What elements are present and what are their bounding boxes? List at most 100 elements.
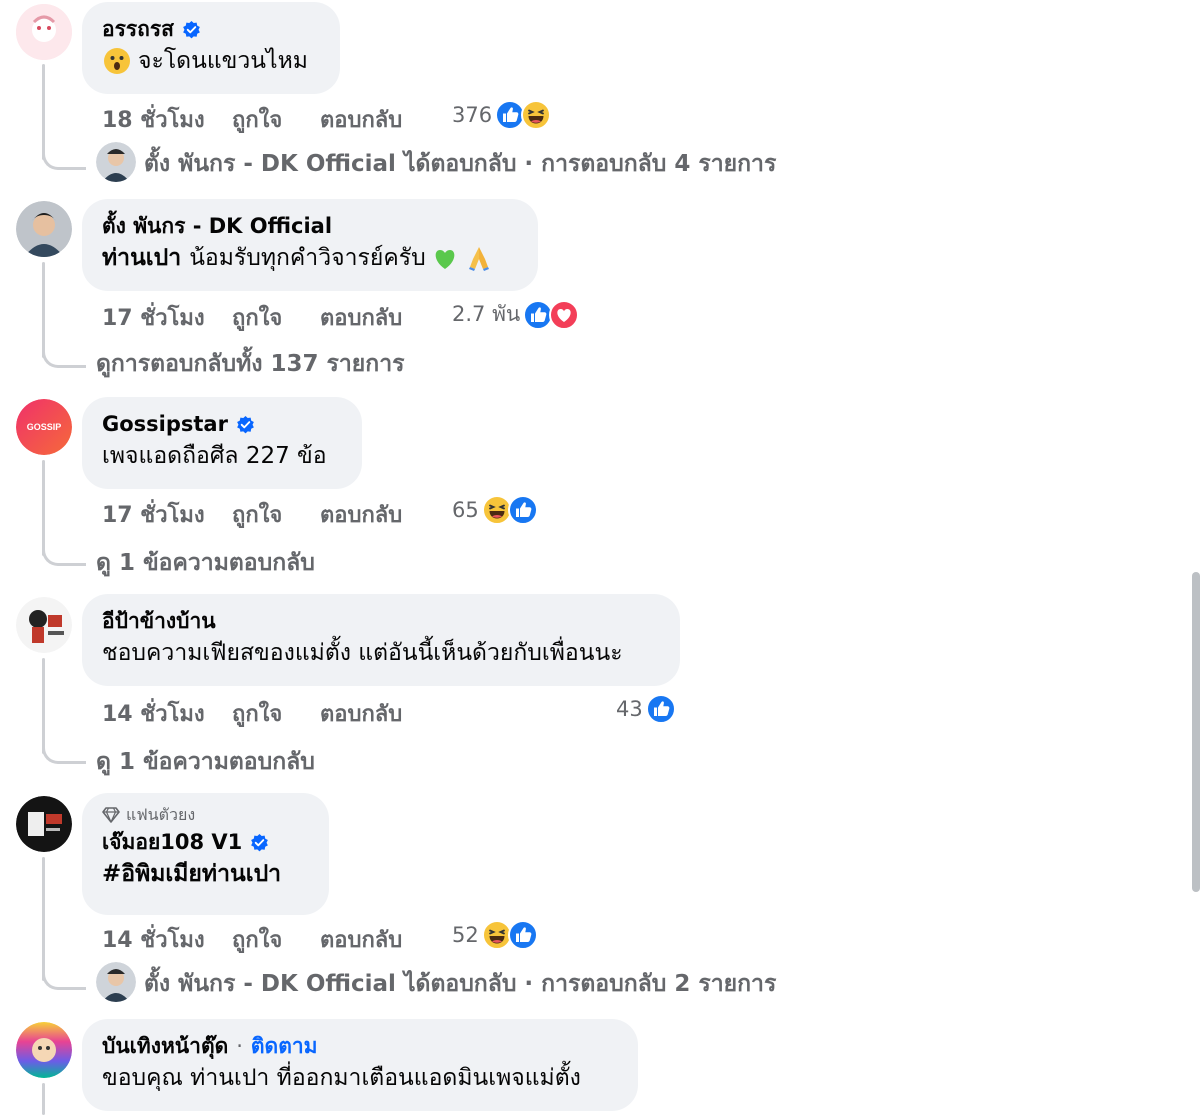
astonished-face-icon xyxy=(104,48,130,74)
view-replies-link[interactable]: ดู 1 ข้อความตอบกลับ xyxy=(96,744,315,780)
avatar-image xyxy=(16,4,72,60)
comment-body: ชอบความเฟียสของแม่ตั้ง แต่อันนี้เห็นด้วย… xyxy=(102,640,623,666)
reaction-count: 52 xyxy=(452,923,479,947)
separator-dot: · xyxy=(236,1034,243,1058)
avatar[interactable] xyxy=(16,796,72,852)
verified-badge-icon xyxy=(236,415,255,434)
comment-author[interactable]: บันเทิงหน้าตุ๊ด · ติดตาม xyxy=(102,1031,618,1061)
timestamp[interactable]: 14 ชั่วโมง xyxy=(102,922,205,957)
author-name[interactable]: เจ๊มอย108 V1 xyxy=(102,827,242,857)
like-button[interactable]: ถูกใจ xyxy=(232,300,282,335)
view-replies-text[interactable]: ดู 1 ข้อความตอบกลับ xyxy=(96,744,315,780)
reply-button[interactable]: ตอบกลับ xyxy=(320,497,402,532)
hashtag-link[interactable]: #อิพิมเมียท่านเปา xyxy=(102,857,281,891)
avatar[interactable] xyxy=(16,201,72,257)
replier-name[interactable]: ตั้ง พันกร - DK Official xyxy=(144,146,396,182)
author-name[interactable]: อีป้าข้างบ้าน xyxy=(102,606,216,636)
author-name[interactable]: ตั้ง พันกร - DK Official xyxy=(102,211,332,241)
comment-bubble: แฟนตัวยง เจ๊มอย108 V1 #อิพิมเมียท่านเปา xyxy=(82,793,329,915)
view-replies-text[interactable]: ดู 1 ข้อความตอบกลับ xyxy=(96,545,315,581)
comment-text: #อิพิมเมียท่านเปา xyxy=(102,857,309,891)
comment-bubble: ตั้ง พันกร - DK Official ท่านเปา น้อมรับ… xyxy=(82,199,538,291)
comment-body: เพจแอดถือศีล 227 ข้อ xyxy=(102,443,327,469)
like-icon xyxy=(508,920,538,950)
love-icon xyxy=(549,300,579,330)
comment-author[interactable]: เจ๊มอย108 V1 xyxy=(102,827,309,857)
mention-tag[interactable]: ท่านเปา xyxy=(102,241,181,275)
avatar[interactable] xyxy=(16,4,72,60)
folded-hands-icon xyxy=(468,247,489,271)
comment-bubble: อีป้าข้างบ้าน ชอบความเฟียสของแม่ตั้ง แต่… xyxy=(82,594,680,686)
avatar-image xyxy=(16,1022,72,1078)
top-fan-badge: แฟนตัวยง xyxy=(102,803,309,827)
reaction-count: 43 xyxy=(616,697,643,721)
reply-button[interactable]: ตอบกลับ xyxy=(320,922,402,957)
reply-summary[interactable]: ตั้ง พันกร - DK Official ได้ตอบกลับ · กา… xyxy=(144,966,776,1002)
diamond-icon xyxy=(102,807,120,823)
like-icon xyxy=(508,495,538,525)
reaction-summary[interactable]: 376 xyxy=(452,100,551,130)
reply-count-text[interactable]: ได้ตอบกลับ · การตอบกลับ 2 รายการ xyxy=(404,966,776,1002)
replier-avatar-image xyxy=(96,142,136,182)
replier-name[interactable]: ตั้ง พันกร - DK Official xyxy=(144,966,396,1002)
view-replies-text[interactable]: ดูการตอบกลับทั้ง 137 รายการ xyxy=(96,346,404,382)
avatar-image xyxy=(16,796,72,852)
reaction-summary[interactable]: 52 xyxy=(452,920,538,950)
verified-badge-icon xyxy=(182,20,201,39)
timestamp[interactable]: 17 ชั่วโมง xyxy=(102,497,205,532)
timestamp[interactable]: 18 ชั่วโมง xyxy=(102,102,205,137)
author-name[interactable]: Gossipstar xyxy=(102,409,228,439)
green-heart-icon xyxy=(435,250,455,269)
like-button[interactable]: ถูกใจ xyxy=(232,922,282,957)
reaction-summary[interactable]: 43 xyxy=(616,694,676,724)
author-name[interactable]: อรรถรส xyxy=(102,14,174,44)
replier-avatar-image xyxy=(96,962,136,1002)
reaction-count: 2.7 พัน xyxy=(452,302,521,326)
reply-button[interactable]: ตอบกลับ xyxy=(320,300,402,335)
comment-author[interactable]: อีป้าข้างบ้าน xyxy=(102,606,660,636)
reply-count-text[interactable]: ได้ตอบกลับ · การตอบกลับ 4 รายการ xyxy=(404,146,776,182)
avatar[interactable] xyxy=(16,597,72,653)
timestamp[interactable]: 14 ชั่วโมง xyxy=(102,696,205,731)
replier-avatar[interactable] xyxy=(96,962,136,1002)
like-button[interactable]: ถูกใจ xyxy=(232,102,282,137)
reaction-count: 65 xyxy=(452,498,479,522)
comment-text: ชอบความเฟียสของแม่ตั้ง แต่อันนี้เห็นด้วย… xyxy=(102,636,660,670)
follow-button[interactable]: ติดตาม xyxy=(251,1031,318,1061)
like-icon xyxy=(646,694,676,724)
replier-avatar[interactable] xyxy=(96,142,136,182)
timestamp[interactable]: 17 ชั่วโมง xyxy=(102,300,205,335)
avatar[interactable] xyxy=(16,1022,72,1078)
view-replies-link[interactable]: ดู 1 ข้อความตอบกลับ xyxy=(96,545,315,581)
comment-author[interactable]: อรรถรส xyxy=(102,14,320,44)
reply-summary[interactable]: ตั้ง พันกร - DK Official ได้ตอบกลับ · กา… xyxy=(144,146,776,182)
comment-text: ขอบคุณ ท่านเปา ที่ออกมาเตือนแอดมินเพจแม่… xyxy=(102,1061,618,1095)
reply-button[interactable]: ตอบกลับ xyxy=(320,102,402,137)
comment-text: เพจแอดถือศีล 227 ข้อ xyxy=(102,439,342,473)
comment-text: จะโดนแขวนไหม xyxy=(102,44,320,78)
haha-icon xyxy=(521,100,551,130)
like-button[interactable]: ถูกใจ xyxy=(232,497,282,532)
reaction-summary[interactable]: 2.7 พัน xyxy=(452,298,579,331)
reaction-count: 376 xyxy=(452,103,493,127)
reaction-summary[interactable]: 65 xyxy=(452,495,538,525)
comment-author[interactable]: ตั้ง พันกร - DK Official xyxy=(102,211,518,241)
comment-text: ท่านเปา น้อมรับทุกคำวิจารย์ครับ xyxy=(102,241,518,275)
comment-body: จะโดนแขวนไหม xyxy=(138,48,308,74)
comment-body: น้อมรับทุกคำวิจารย์ครับ xyxy=(189,245,426,271)
badge-label: แฟนตัวยง xyxy=(126,804,196,824)
scrollbar[interactable] xyxy=(1192,572,1200,892)
avatar-image: GOSSIP xyxy=(16,399,72,455)
avatar[interactable]: GOSSIP xyxy=(16,399,72,455)
view-replies-link[interactable]: ดูการตอบกลับทั้ง 137 รายการ xyxy=(96,346,404,382)
avatar-logo-text: GOSSIP xyxy=(27,422,62,432)
author-name[interactable]: บันเทิงหน้าตุ๊ด xyxy=(102,1031,228,1061)
verified-badge-icon xyxy=(250,833,269,852)
comment-bubble: บันเทิงหน้าตุ๊ด · ติดตาม ขอบคุณ ท่านเปา … xyxy=(82,1019,638,1111)
avatar-image xyxy=(16,597,72,653)
comment-author[interactable]: Gossipstar xyxy=(102,409,342,439)
like-button[interactable]: ถูกใจ xyxy=(232,696,282,731)
comment-body: ขอบคุณ ท่านเปา ที่ออกมาเตือนแอดมินเพจแม่… xyxy=(102,1065,581,1091)
reply-button[interactable]: ตอบกลับ xyxy=(320,696,402,731)
avatar-image xyxy=(16,201,72,257)
